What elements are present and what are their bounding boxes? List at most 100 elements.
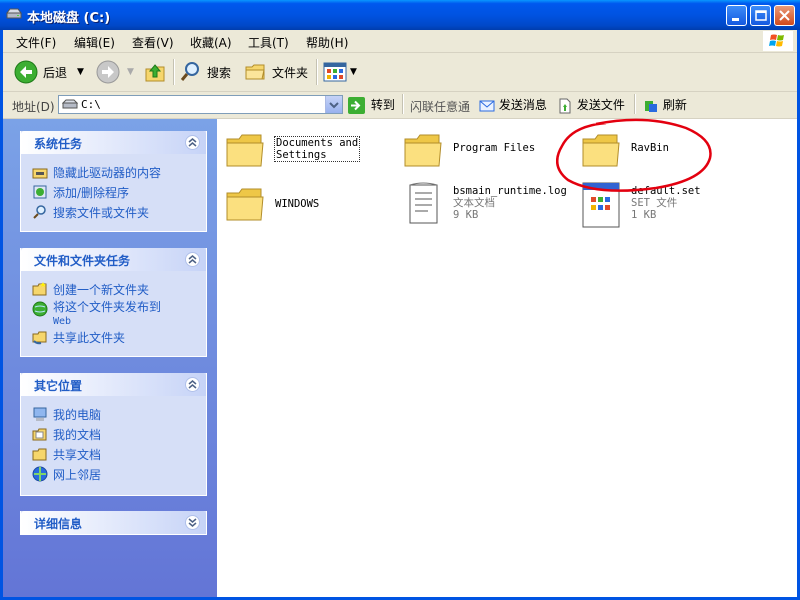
send-message-button[interactable]: 发送消息 (479, 96, 547, 113)
go-label: 转到 (370, 98, 395, 112)
place-my-documents[interactable]: 我的文档 (32, 426, 101, 443)
place-my-computer[interactable]: 我的电脑 (32, 406, 101, 423)
forward-dropdown-icon[interactable]: ▼ (127, 67, 134, 77)
menu-view[interactable]: 查看(V) (132, 34, 174, 51)
globe-icon (32, 301, 48, 317)
views-icon (323, 62, 347, 82)
refresh-label: 刷新 (662, 98, 687, 112)
file-bsmain-runtime-log[interactable]: bsmain_runtime.log 文本文档 9 KB (403, 181, 573, 231)
send-message-label: 发送消息 (498, 98, 547, 112)
task-label: 创建一个新文件夹 (53, 283, 150, 297)
search-icon (33, 205, 46, 219)
addressbar-separator (402, 94, 404, 114)
menu-edit[interactable]: 编辑(E) (74, 34, 115, 51)
chevron-down-icon (329, 102, 339, 109)
place-label: 我的文档 (53, 428, 102, 442)
close-button[interactable] (774, 5, 795, 26)
search-icon (180, 62, 199, 81)
share-folder-icon (32, 331, 47, 345)
flash-link-button[interactable]: 闪联任意通 (410, 98, 470, 115)
explorer-window: 本地磁盘 (C:) 文件(F) 编辑(E) 查看(V) 收藏(A) 工具(T) … (0, 0, 800, 600)
new-folder-icon (32, 282, 47, 296)
collapse-icon[interactable] (185, 252, 200, 267)
back-label: 后退 (43, 65, 68, 80)
text-document-icon (409, 182, 438, 224)
folders-label: 文件夹 (272, 65, 309, 80)
address-input[interactable]: C:\ (58, 95, 343, 114)
details-header[interactable]: 详细信息 (21, 511, 206, 534)
send-file-label: 发送文件 (576, 98, 625, 112)
file-name: bsmain_runtime.log (453, 185, 567, 197)
views-dropdown-icon[interactable]: ▼ (350, 67, 357, 77)
folder-icon (226, 134, 264, 167)
close-icon (779, 10, 790, 21)
system-tasks-header[interactable]: 系统任务 (21, 131, 206, 154)
back-dropdown-icon[interactable]: ▼ (77, 67, 84, 77)
title-bar[interactable]: 本地磁盘 (C:) (0, 0, 800, 30)
back-button[interactable]: 后退 ▼ (13, 58, 84, 86)
task-hide-drive[interactable]: 隐藏此驱动器的内容 (32, 164, 161, 181)
refresh-button[interactable]: 刷新 (643, 96, 687, 114)
address-label: 地址(D) (12, 100, 55, 114)
go-button[interactable]: 转到 (348, 96, 395, 114)
folder-documents-and-settings[interactable]: Documents and Settings (225, 129, 375, 179)
place-shared-documents[interactable]: 共享文档 (32, 446, 101, 463)
system-tasks-panel: 系统任务 隐藏此驱动器的内容 添加/删除程序 搜索文件或文件夹 (20, 131, 207, 232)
drive-icon (6, 8, 22, 19)
search-button[interactable]: 搜索 (179, 58, 231, 86)
task-add-remove-programs[interactable]: 添加/删除程序 (32, 184, 129, 201)
minimize-button[interactable] (726, 5, 747, 26)
task-label: 搜索文件或文件夹 (53, 206, 150, 220)
task-label: 共享此文件夹 (53, 331, 126, 345)
file-folder-tasks-panel: 文件和文件夹任务 创建一个新文件夹 将这个文件夹发布到 Web 共享此文件夹 (20, 248, 207, 357)
menu-help[interactable]: 帮助(H) (306, 34, 348, 51)
toolbar-separator (173, 59, 175, 85)
task-label: 添加/删除程序 (53, 186, 130, 200)
up-folder-button[interactable] (144, 58, 168, 86)
collapse-icon[interactable] (185, 135, 200, 150)
standard-toolbar: 后退 ▼ ▼ 搜索 文件夹 ▼ (3, 53, 797, 92)
folder-icon (404, 134, 442, 167)
place-network[interactable]: 网上邻居 (32, 466, 101, 483)
task-new-folder[interactable]: 创建一个新文件夹 (32, 281, 149, 298)
task-search-files[interactable]: 搜索文件或文件夹 (32, 204, 149, 221)
place-label: 我的电脑 (53, 408, 102, 422)
addressbar-separator (634, 94, 636, 114)
expand-icon[interactable] (185, 515, 200, 530)
folders-icon (245, 64, 265, 80)
up-folder-icon (145, 64, 165, 82)
address-dropdown-button[interactable] (325, 96, 342, 113)
toolbar-separator (316, 59, 318, 85)
file-folder-tasks-header[interactable]: 文件和文件夹任务 (21, 248, 206, 271)
back-arrow-icon (14, 60, 38, 84)
file-type: 文本文档 (453, 197, 495, 209)
details-panel: 详细信息 (20, 511, 207, 535)
drive-icon (62, 99, 78, 109)
task-label: 将这个文件夹发布到 Web (53, 300, 162, 328)
menu-tools[interactable]: 工具(T) (248, 34, 289, 51)
forward-button[interactable]: ▼ (95, 58, 134, 86)
folders-button[interactable]: 文件夹 (244, 58, 308, 86)
network-places-icon (32, 466, 48, 482)
folder-windows[interactable]: WINDOWS (225, 183, 375, 233)
file-type: SET 文件 (631, 197, 678, 209)
menu-bar: 文件(F) 编辑(E) 查看(V) 收藏(A) 工具(T) 帮助(H) (3, 30, 797, 53)
other-places-panel: 其它位置 我的电脑 我的文档 共享文档 网上邻居 (20, 373, 207, 496)
place-label: 网上邻居 (53, 468, 102, 482)
send-file-button[interactable]: 发送文件 (557, 96, 625, 114)
menu-favorites[interactable]: 收藏(A) (190, 34, 232, 51)
my-documents-icon (32, 428, 47, 441)
my-computer-icon (33, 407, 47, 421)
go-arrow-icon (348, 97, 365, 114)
minimize-icon (732, 18, 739, 21)
folder-program-files[interactable]: Program Files (403, 129, 553, 179)
task-share-folder[interactable]: 共享此文件夹 (32, 329, 125, 346)
collapse-icon[interactable] (185, 377, 200, 392)
views-button[interactable]: ▼ (323, 58, 357, 86)
send-file-icon (559, 98, 571, 113)
other-places-header[interactable]: 其它位置 (21, 373, 206, 396)
add-remove-programs-icon (33, 185, 47, 199)
maximize-button[interactable] (750, 5, 771, 26)
task-publish-web[interactable]: 将这个文件夹发布到 Web (32, 301, 161, 328)
menu-file[interactable]: 文件(F) (16, 34, 56, 51)
